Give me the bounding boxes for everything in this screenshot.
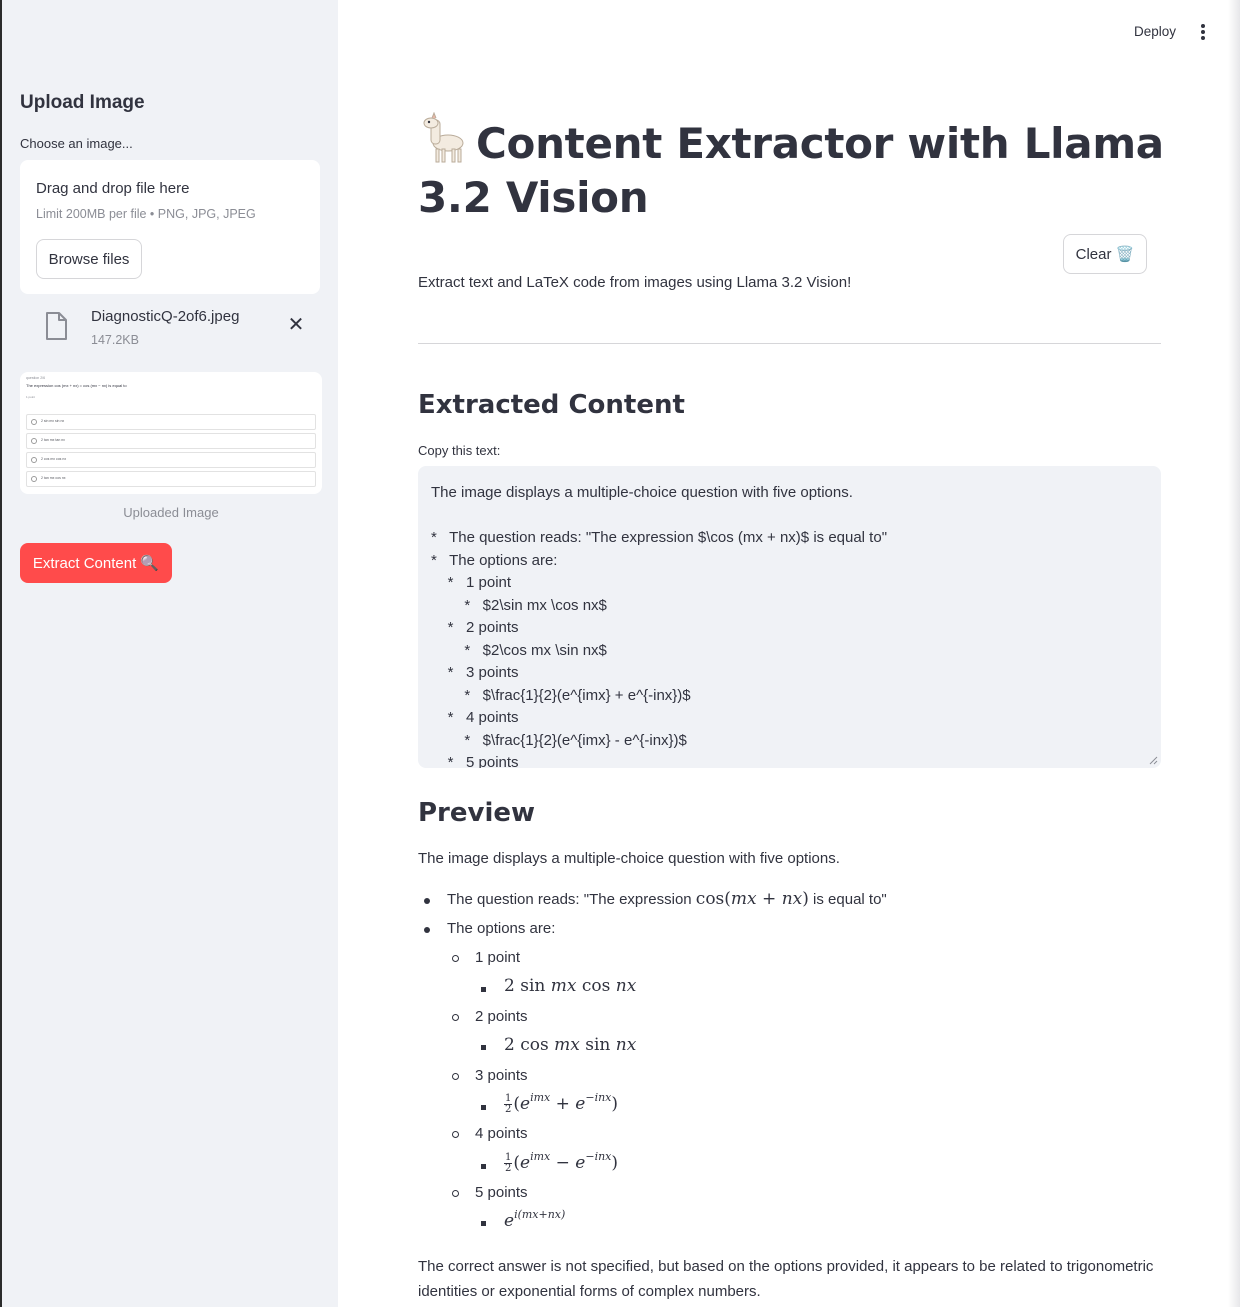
preview-point-label: 2 points [475, 1008, 528, 1025]
scroll-edge [1228, 0, 1240, 1307]
text-area-line: * 2 points [431, 619, 519, 636]
file-icon [46, 312, 67, 340]
dropzone-limit-text: Limit 200MB per file • PNG, JPG, JPEG [36, 207, 256, 221]
page-subtitle: Extract text and LaTeX code from images … [418, 274, 852, 291]
thumbnail-option: 2 cos mx cos nx [26, 452, 316, 468]
file-dropzone[interactable]: Drag and drop file here Limit 200MB per … [20, 160, 320, 294]
text-area-line: The image displays a multiple-choice que… [431, 484, 853, 501]
text-area-line: * The options are: [431, 551, 558, 569]
preview-point-label: 1 point [475, 949, 521, 966]
image-caption: Uploaded Image [123, 505, 219, 520]
extracted-content-heading: Extracted Content [418, 390, 685, 420]
math-option-3: 1 2 (eimx + e−inx) [504, 1091, 619, 1115]
list-bullet [481, 1045, 486, 1050]
deploy-button[interactable]: Deploy [1134, 24, 1176, 39]
uploaded-file-row: DiagnosticQ-2of6.jpeg 147.2KB ✕ [20, 302, 320, 354]
math-option-1: 2 sin mx cos nx [504, 976, 637, 996]
preview-question-item: The question reads: "The expression cos(… [447, 889, 887, 909]
preview-heading: Preview [418, 798, 536, 828]
preview-options-label: The options are: [447, 920, 556, 937]
uploader-label: Choose an image... [20, 136, 133, 151]
preview-point-label: 5 points [475, 1184, 528, 1201]
page-title: Content Extractor with Llama 3.2 Vision [418, 112, 1178, 225]
text-area-line: * The question reads: "The expression $\… [431, 529, 888, 546]
thumbnail-option: 2 tan mx tan nx [26, 433, 316, 449]
list-bullet [481, 1105, 486, 1110]
text-area-line [431, 505, 1148, 528]
math-expression: cos(mx + nx) [695, 889, 809, 909]
list-bullet [452, 955, 459, 962]
text-area-line: * $2\cos mx \sin nx$ [431, 641, 607, 659]
divider [418, 343, 1161, 344]
math-option-5: ei(mx+nx) [504, 1208, 566, 1231]
browse-files-button[interactable]: Browse files [36, 239, 142, 279]
extracted-text-area[interactable]: The image displays a multiple-choice que… [418, 466, 1161, 768]
list-bullet [452, 1014, 459, 1021]
preview-point-label: 3 points [475, 1067, 528, 1084]
text-area-line: * 1 point [431, 574, 512, 591]
list-bullet [481, 1221, 486, 1226]
preview-conclusion: The correct answer is not specified, but… [418, 1258, 1154, 1300]
resize-handle-icon[interactable] [1149, 756, 1158, 765]
sidebar: Upload Image Choose an image... Drag and… [0, 0, 338, 1307]
dropzone-text: Drag and drop file here [36, 180, 190, 197]
thumbnail-question: The expression cos (mx + nx) = cos (mx −… [26, 383, 127, 388]
file-name: DiagnosticQ-2of6.jpeg [91, 308, 240, 325]
thumbnail-title: question 2/6 [26, 376, 46, 380]
file-size: 147.2KB [91, 333, 139, 347]
sidebar-title: Upload Image [20, 92, 145, 113]
text-area-line: * 4 points [431, 709, 519, 726]
thumbnail-option: 2 tan mx cos nx [26, 471, 316, 487]
copy-text-label: Copy this text: [418, 443, 501, 458]
list-bullet [424, 927, 430, 933]
kebab-menu-icon[interactable] [1196, 24, 1210, 40]
preview-intro: The image displays a multiple-choice que… [418, 850, 840, 867]
list-bullet [481, 1164, 486, 1169]
list-bullet [452, 1131, 459, 1138]
text-area-line: * $\frac{1}{2}(e^{imx} + e^{-inx})$ [431, 686, 691, 704]
list-bullet [481, 987, 486, 992]
llama-icon [423, 112, 464, 163]
thumbnail-points: 1 point [26, 395, 36, 399]
remove-file-close-icon[interactable]: ✕ [286, 315, 306, 335]
text-area-line: * 5 points [431, 754, 519, 768]
preview-point-label: 4 points [475, 1125, 528, 1142]
list-bullet [424, 898, 430, 904]
text-area-line: * $\frac{1}{2}(e^{imx} - e^{-inx})$ [431, 731, 687, 749]
page-title-text: Content Extractor with Llama 3.2 Vision [418, 119, 1164, 222]
thumbnail-option: 2 sin mx sin nx [26, 414, 316, 430]
list-bullet [452, 1073, 459, 1080]
uploaded-image-thumbnail: question 2/6 The expression cos (mx + nx… [20, 372, 322, 494]
math-option-2: 2 cos mx sin nx [504, 1035, 637, 1055]
clear-button[interactable]: Clear 🗑️ [1063, 234, 1147, 274]
math-option-4: 1 2 (eimx − e−inx) [504, 1150, 619, 1174]
text-area-line: * 3 points [431, 664, 519, 681]
list-bullet [452, 1190, 459, 1197]
extract-content-button[interactable]: Extract Content 🔍 [20, 543, 172, 583]
text-area-line: * $2\sin mx \cos nx$ [431, 596, 607, 614]
